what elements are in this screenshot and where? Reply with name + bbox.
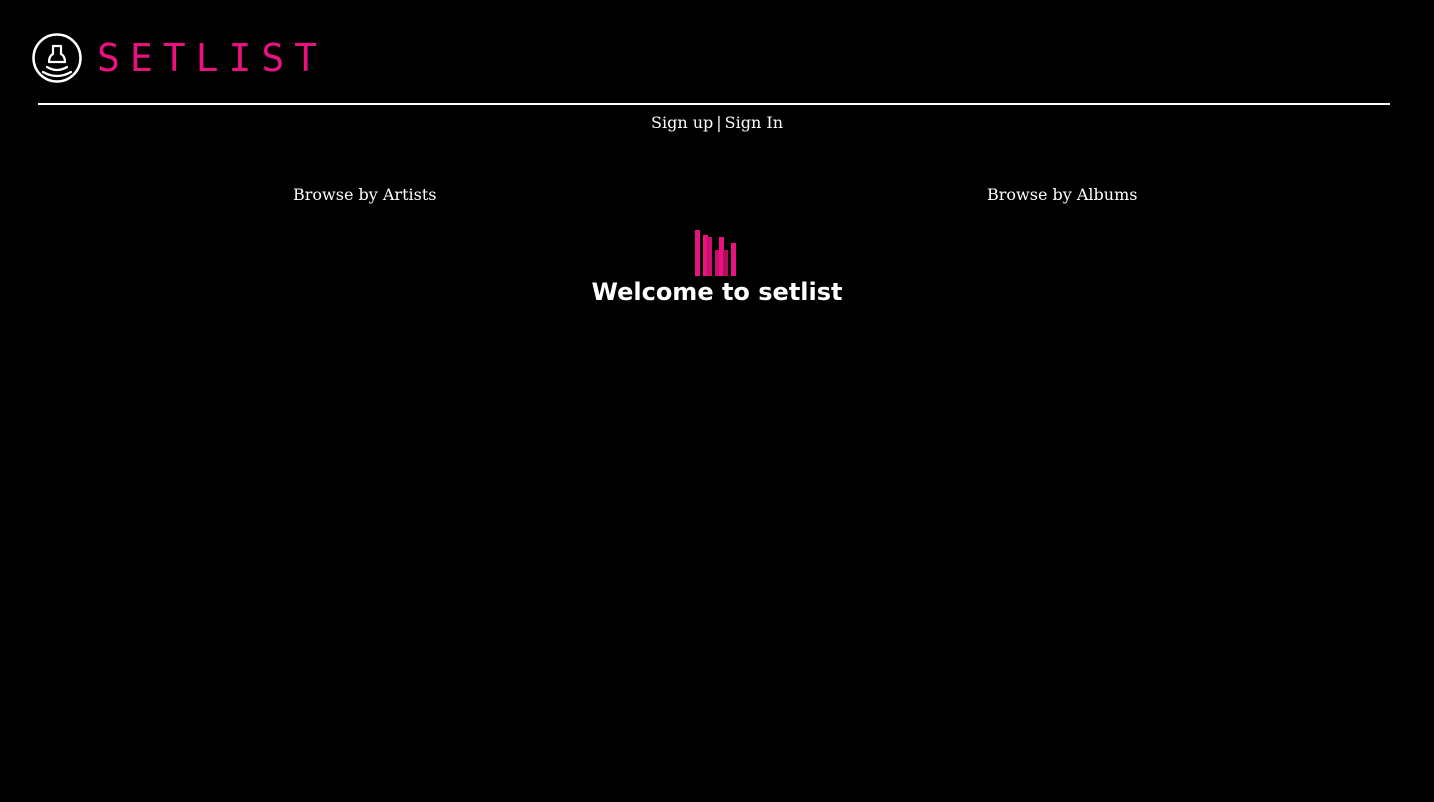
brand-name: SETLIST [97, 36, 328, 80]
browse-albums-link[interactable]: Browse by Albums [987, 184, 1137, 206]
equalizer-bars-icon [695, 230, 736, 276]
welcome-section: Welcome to setlist [0, 228, 1434, 308]
auth-links: Sign up | Sign In [0, 112, 1434, 134]
auth-separator: | [716, 113, 722, 132]
header-divider [38, 103, 1390, 105]
brand-logo-link[interactable]: SETLIST [31, 32, 327, 84]
sign-up-link[interactable]: Sign up [651, 113, 713, 132]
bell-waves-icon [32, 33, 82, 83]
page: SETLIST Sign up | Sign In Browse by Artist… [0, 0, 1434, 802]
sign-in-link[interactable]: Sign In [725, 113, 783, 132]
browse-artists-link[interactable]: Browse by Artists [293, 184, 436, 206]
welcome-title: Welcome to setlist [591, 278, 843, 306]
